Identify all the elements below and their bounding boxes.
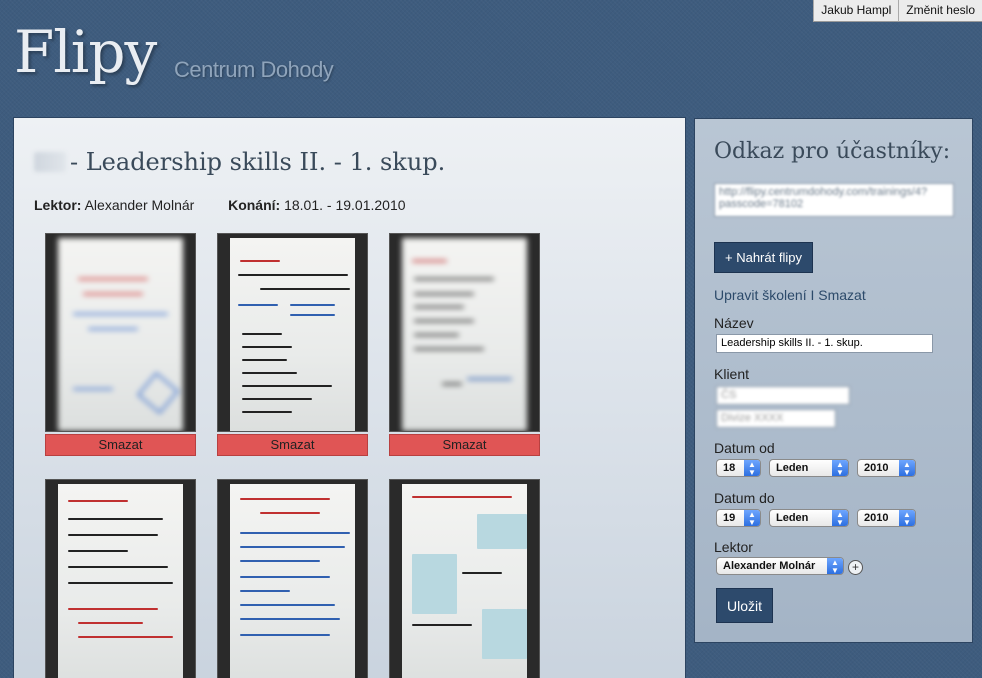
page-title: - Leadership skills II. - 1. skup. [34,148,445,176]
blurred-client-prefix [34,152,66,172]
date-from-day-select[interactable]: 18 ▲ ▼ [716,459,761,477]
date-label: Konání: [228,197,281,213]
chevron-updown-icon: ▲ ▼ [744,510,760,527]
sidebar-heading: Odkaz pro účastníky: [714,139,951,164]
link-separator: I [810,287,815,303]
date-from-year-select[interactable]: 2010 ▲ ▼ [857,459,916,477]
flip-thumbnail[interactable]: Smazat [217,233,368,456]
date-from-month-select[interactable]: Leden ▲ ▼ [769,459,849,477]
upload-flips-button[interactable]: + Nahrát flipy [714,242,813,273]
add-lecturer-icon[interactable]: + [848,560,863,575]
save-button[interactable]: Uložit [716,588,774,623]
training-meta: Lektor: Alexander Molnár Konání: 18.01. … [34,197,406,213]
edit-links: Upravit školení I Smazat [714,287,866,303]
delete-flip-button[interactable]: Smazat [389,434,540,456]
chevron-updown-icon: ▲ ▼ [832,510,848,527]
user-bar: Jakub Hampl Změnit heslo [813,0,982,22]
client-label: Klient [714,366,750,382]
lecturer-select[interactable]: Alexander Molnár ▲ ▼ [716,557,844,575]
chevron-updown-icon: ▲ ▼ [899,510,915,527]
user-name-link[interactable]: Jakub Hampl [813,0,899,22]
chevron-updown-icon: ▲ ▼ [744,460,760,477]
chevron-updown-icon: ▲ ▼ [827,558,843,575]
chevron-updown-icon: ▲ ▼ [899,460,915,477]
delete-flip-button[interactable]: Smazat [217,434,368,456]
flip-thumbnail[interactable]: Smazat [389,233,540,456]
flip-image[interactable] [45,479,196,678]
brand-subtitle: Centrum Dohody [174,57,334,82]
flip-image[interactable] [45,233,196,432]
flip-thumbnail[interactable] [45,479,196,678]
delete-training-link[interactable]: Smazat [818,287,865,303]
client-field[interactable]: ČS [716,386,850,405]
client-division-field[interactable]: Divize XXXX [716,409,836,428]
main-panel: - Leadership skills II. - 1. skup. Lekto… [13,117,686,678]
lecturer-name: Alexander Molnár [84,197,195,213]
edit-training-link[interactable]: Upravit školení [714,287,807,303]
flip-thumbnail[interactable] [389,479,540,678]
participant-link-field[interactable]: http://flipy.centrumdohody.com/trainings… [714,183,954,217]
date-to-day-select[interactable]: 19 ▲ ▼ [716,509,761,527]
chevron-updown-icon: ▲ ▼ [832,460,848,477]
delete-flip-button[interactable]: Smazat [45,434,196,456]
date-value: 18.01. - 19.01.2010 [284,197,406,213]
date-to-label: Datum do [714,490,775,506]
flip-image[interactable] [389,479,540,678]
lecturer-label: Lektor [714,539,753,555]
change-password-link[interactable]: Změnit heslo [898,0,982,22]
flip-image[interactable] [217,479,368,678]
date-to-month-select[interactable]: Leden ▲ ▼ [769,509,849,527]
name-field[interactable]: Leadership skills II. - 1. skup. [716,334,933,353]
name-label: Název [714,315,754,331]
logo[interactable]: Flipy [14,18,157,86]
flip-image[interactable] [389,233,540,432]
training-title: - Leadership skills II. - 1. skup. [70,148,446,176]
flip-thumbnail[interactable] [217,479,368,678]
date-to-year-select[interactable]: 2010 ▲ ▼ [857,509,916,527]
sidebar: Odkaz pro účastníky: http://flipy.centru… [694,118,973,643]
lecturer-label: Lektor: [34,197,82,213]
date-from-label: Datum od [714,440,775,456]
flip-thumbnail[interactable]: Smazat [45,233,196,456]
flip-image[interactable] [217,233,368,432]
